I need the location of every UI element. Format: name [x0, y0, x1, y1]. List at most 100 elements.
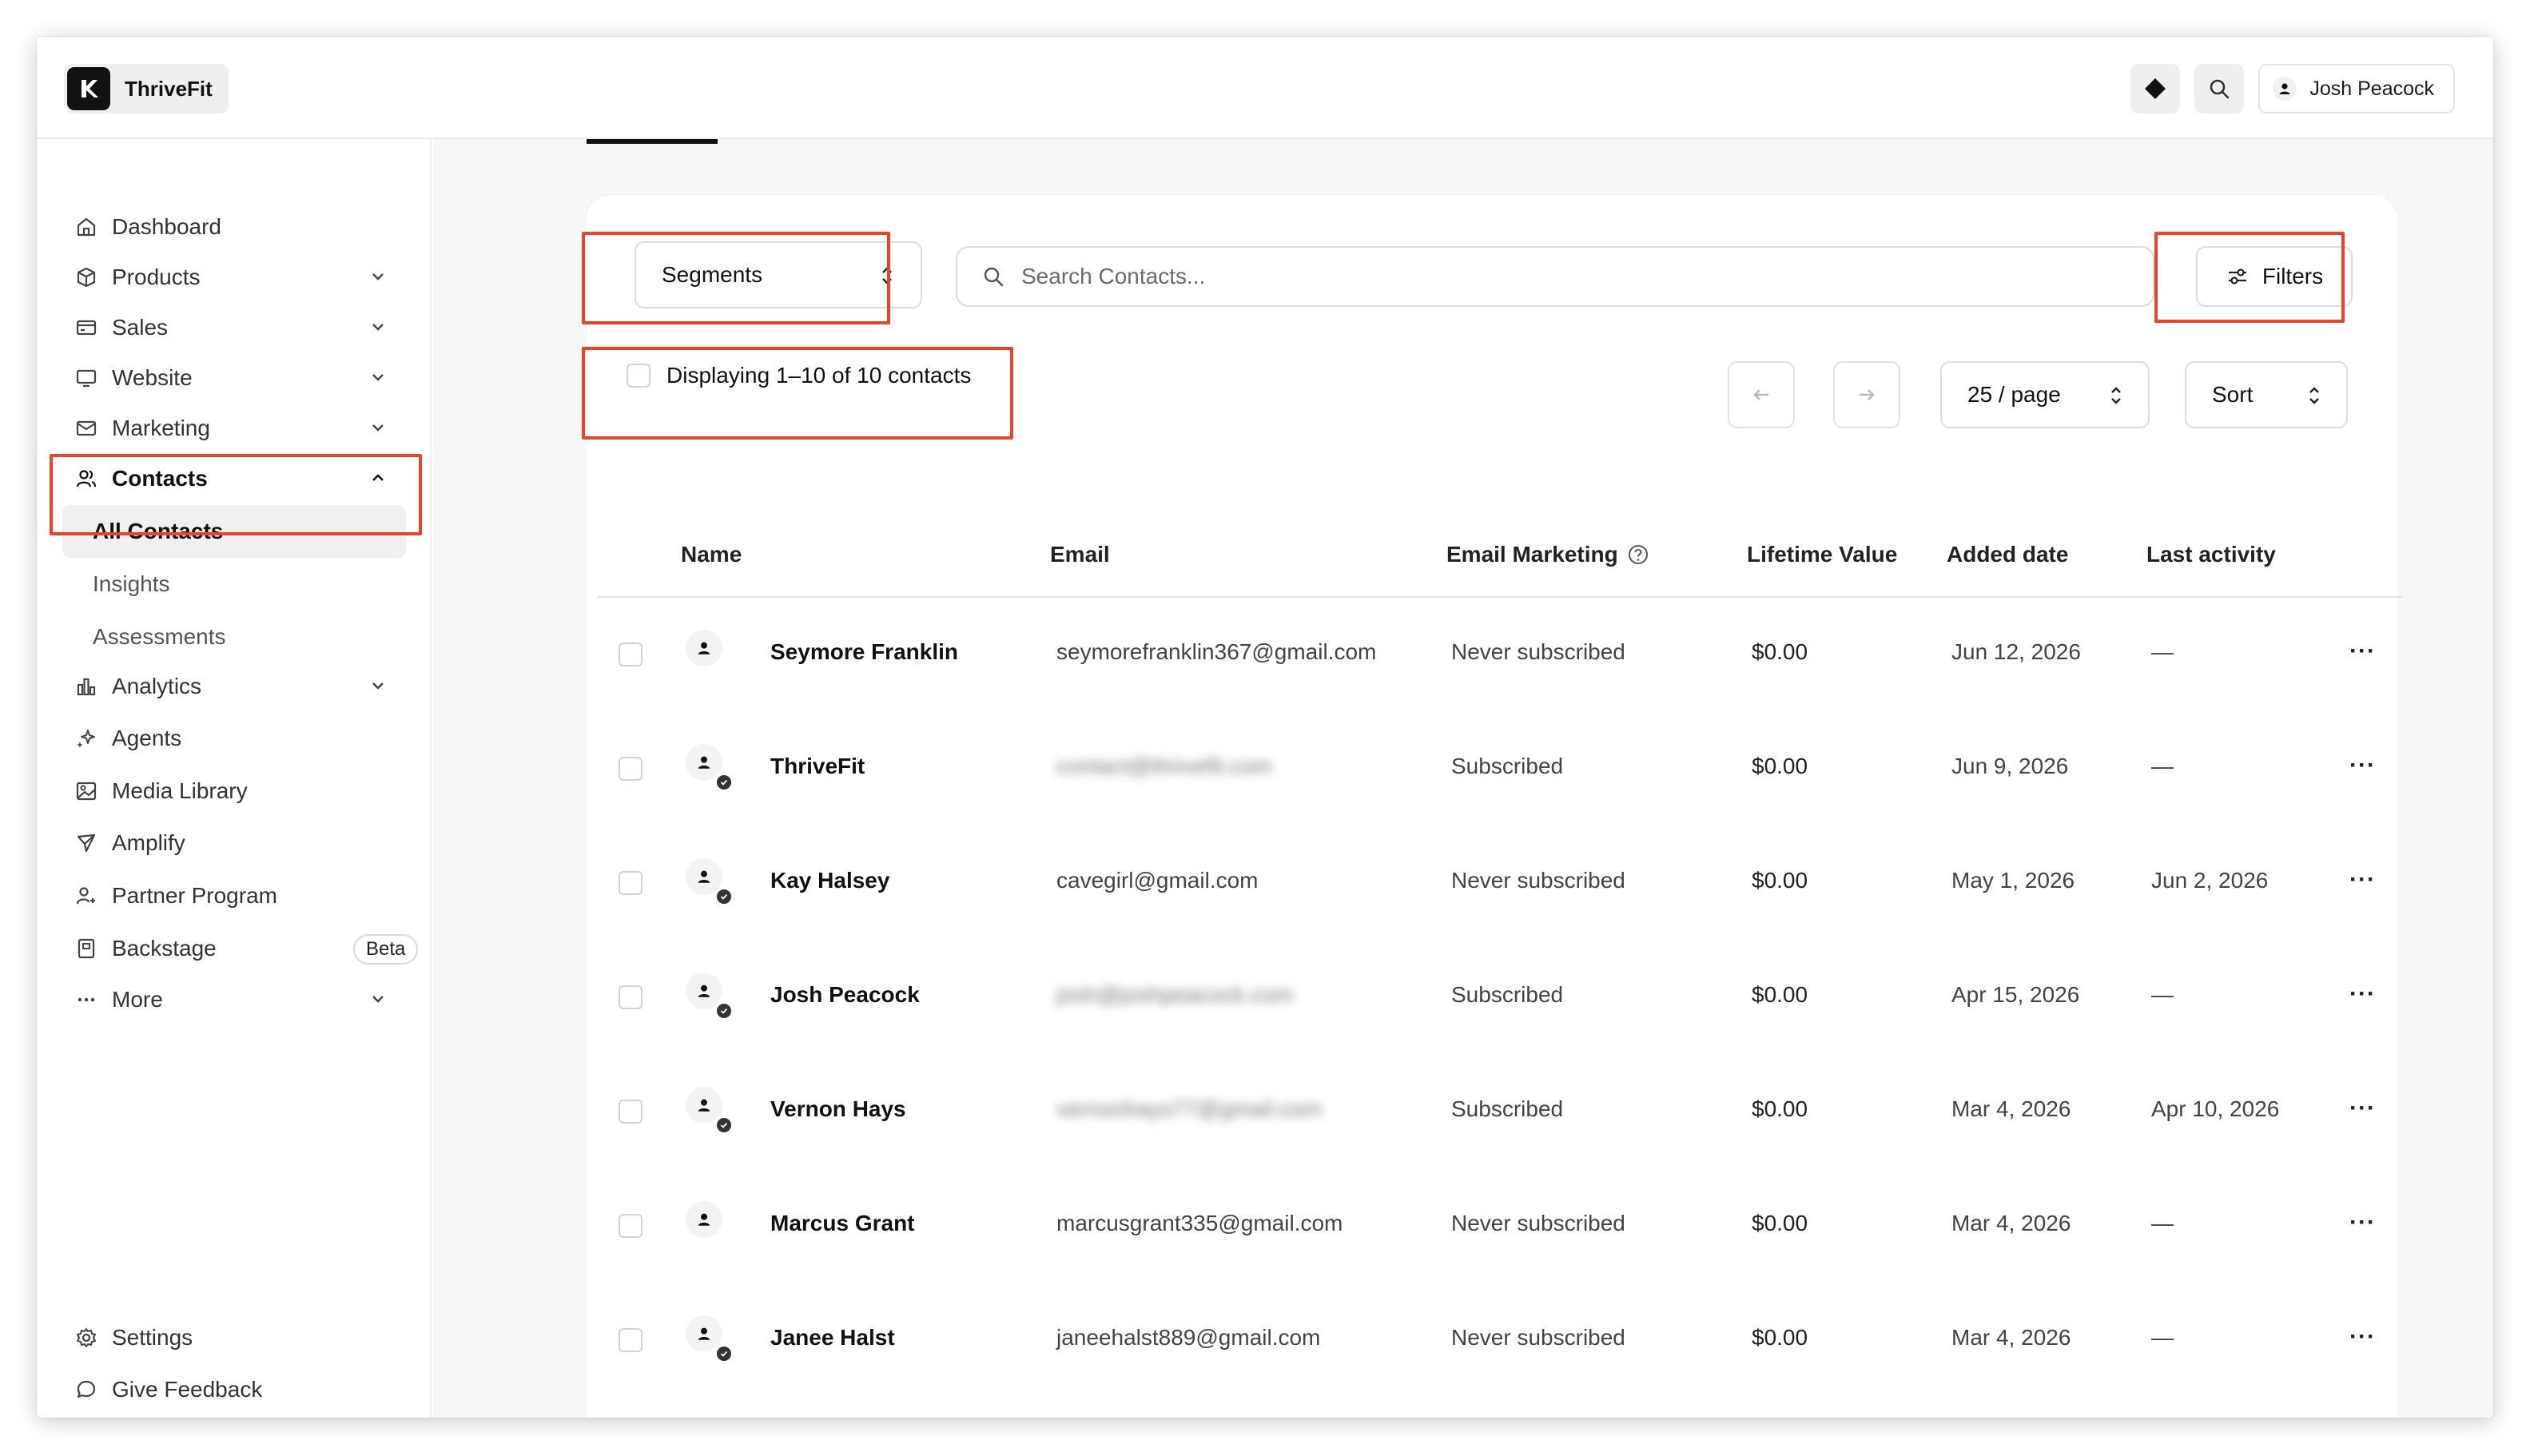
table-row[interactable]: Seymore Franklin seymorefranklin367@gmail… — [598, 598, 2402, 713]
table-row[interactable]: Vernon Hays vernonhays77@gmail.com Subscri… — [598, 1055, 2402, 1170]
credit-card-icon — [74, 315, 99, 340]
column-header-last-activity[interactable]: Last activity — [2146, 542, 2276, 567]
page-size-select[interactable]: 25 / page — [1940, 361, 2150, 428]
row-actions-more-icon[interactable]: ··· — [2349, 866, 2376, 893]
row-actions-more-icon[interactable]: ··· — [2349, 638, 2376, 665]
sidebar-item-products[interactable]: Products — [74, 255, 404, 300]
search-contacts-input[interactable]: Search Contacts... — [956, 246, 2154, 307]
brand-switcher[interactable]: ThriveFit — [64, 64, 229, 113]
sidebar-item-media-library[interactable]: Media Library — [74, 769, 404, 814]
sidebar-item-give-feedback[interactable]: Give Feedback — [74, 1367, 404, 1412]
sidebar-item-label: Give Feedback — [112, 1377, 263, 1402]
box-icon — [74, 265, 99, 290]
sidebar-item-amplify[interactable]: Amplify — [74, 821, 404, 865]
row-checkbox[interactable] — [619, 757, 642, 781]
added-date: Jun 9, 2026 — [1951, 754, 2069, 778]
table-row[interactable]: Didi Colindidicolin335@gmail.comNever su… — [598, 1398, 2402, 1418]
filters-button[interactable]: Filters — [2196, 246, 2353, 307]
table-row[interactable]: Janee Halst janeehalst889@gmail.com Never … — [598, 1283, 2402, 1398]
chevron-up-icon — [368, 467, 388, 494]
arrow-left-icon — [1753, 389, 1768, 400]
row-actions-more-icon[interactable]: ··· — [2349, 752, 2376, 779]
user-menu-button[interactable]: Josh Peacock — [2258, 64, 2455, 113]
contact-name[interactable]: Vernon Hays — [770, 1096, 906, 1122]
column-header-email-marketing[interactable]: Email Marketing — [1446, 542, 1650, 567]
added-date: Mar 4, 2026 — [1951, 1325, 2071, 1350]
email-marketing-status: Never subscribed — [1451, 868, 1625, 893]
column-header-email[interactable]: Email — [1050, 542, 1110, 567]
row-actions-more-icon[interactable]: ··· — [2349, 1095, 2376, 1122]
user-plus-icon — [74, 883, 99, 909]
column-header-added-date[interactable]: Added date — [1947, 542, 2068, 567]
sidebar-subitem-insights[interactable]: Insights — [62, 558, 406, 611]
row-actions-more-icon[interactable]: ··· — [2349, 981, 2376, 1008]
table-row[interactable]: Kay Halsey cavegirl@gmail.com Never subscr… — [598, 826, 2402, 941]
sidebar-item-partner-program[interactable]: Partner Program — [74, 873, 404, 918]
sidebar-item-website[interactable]: Website — [74, 356, 404, 400]
sidebar-subitem-all-contacts[interactable]: All Contacts — [62, 505, 406, 558]
last-activity: Jun 2, 2026 — [2151, 868, 2269, 893]
added-date: May 1, 2026 — [1951, 868, 2075, 893]
table-row[interactable]: Josh Peacock josh@joshpeacock.com Subscrib… — [598, 941, 2402, 1056]
added-date: Apr 15, 2026 — [1951, 982, 2080, 1007]
sidebar-item-contacts[interactable]: Contacts — [74, 456, 404, 501]
table-row[interactable]: Marcus Grant marcusgrant335@gmail.com Neve… — [598, 1169, 2402, 1284]
check-badge-icon — [714, 887, 734, 906]
row-actions-more-icon[interactable]: ··· — [2349, 1323, 2376, 1351]
contact-name[interactable]: Janee Halst — [770, 1325, 895, 1351]
table-row[interactable]: ThriveFit contact@thrivefit.com Subscribed… — [598, 712, 2402, 827]
row-checkbox[interactable] — [619, 1328, 642, 1352]
sidebar-item-label: Settings — [112, 1325, 193, 1350]
lifetime-value: $0.00 — [1752, 639, 1808, 664]
segments-label: Segments — [662, 262, 763, 287]
sidebar-item-label: Analytics — [112, 674, 202, 698]
sidebar-item-analytics[interactable]: Analytics — [74, 664, 404, 709]
column-header-name[interactable]: Name — [681, 542, 742, 567]
sidebar-item-label: Dashboard — [112, 214, 221, 239]
sidebar-item-sales[interactable]: Sales — [74, 305, 404, 350]
sidebar-item-more[interactable]: More — [74, 977, 404, 1022]
row-checkbox[interactable] — [619, 871, 642, 895]
sidebar-item-settings[interactable]: Settings — [74, 1315, 404, 1360]
sparkle-icon — [74, 726, 99, 751]
contact-email: vernonhays77@gmail.com — [1056, 1096, 1322, 1121]
help-circle-icon[interactable] — [1626, 543, 1650, 567]
row-checkbox[interactable] — [619, 642, 642, 666]
top-bar: ThriveFit Josh Peacock — [37, 37, 2493, 139]
search-button[interactable] — [2194, 64, 2245, 113]
prev-page-button[interactable] — [1728, 361, 1795, 428]
sidebar-item-dashboard[interactable]: Dashboard — [74, 205, 404, 249]
lifetime-value: $0.00 — [1752, 1096, 1808, 1121]
row-checkbox[interactable] — [619, 1214, 642, 1238]
sidebar-item-marketing[interactable]: Marketing — [74, 406, 404, 451]
contact-email: josh@joshpeacock.com — [1056, 982, 1294, 1007]
chevron-down-icon — [368, 417, 388, 444]
sidebar-subitem-assessments[interactable]: Assessments — [62, 611, 406, 663]
segments-select[interactable]: Segments — [634, 241, 922, 308]
lifetime-value: $0.00 — [1752, 982, 1808, 1007]
select-all-checkbox[interactable] — [627, 364, 650, 388]
contact-name[interactable]: Seymore Franklin — [770, 639, 958, 665]
last-activity: — — [2151, 754, 2174, 778]
contact-name[interactable]: Marcus Grant — [770, 1211, 915, 1236]
column-header-lifetime-value[interactable]: Lifetime Value — [1747, 542, 1897, 567]
diamond-button[interactable] — [2130, 64, 2181, 113]
filters-label: Filters — [2261, 264, 2324, 288]
contact-name[interactable]: ThriveFit — [770, 754, 865, 779]
image-icon — [74, 778, 99, 804]
chevron-down-icon — [368, 675, 388, 702]
email-marketing-status: Never subscribed — [1451, 639, 1625, 664]
users-icon — [74, 466, 99, 491]
contact-name[interactable]: Kay Halsey — [770, 868, 889, 893]
beta-badge: Beta — [353, 934, 419, 965]
sidebar-item-agents[interactable]: Agents — [74, 716, 404, 761]
sidebar-item-backstage[interactable]: Backstage Beta — [74, 926, 419, 971]
row-actions-more-icon[interactable]: ··· — [2349, 1209, 2376, 1236]
lifetime-value: $0.00 — [1752, 1211, 1808, 1235]
row-checkbox[interactable] — [619, 985, 642, 1009]
sort-label: Sort — [2212, 382, 2254, 407]
contact-name[interactable]: Josh Peacock — [770, 982, 920, 1008]
row-checkbox[interactable] — [619, 1100, 642, 1124]
next-page-button[interactable] — [1833, 361, 1900, 428]
sort-select[interactable]: Sort — [2185, 361, 2348, 428]
